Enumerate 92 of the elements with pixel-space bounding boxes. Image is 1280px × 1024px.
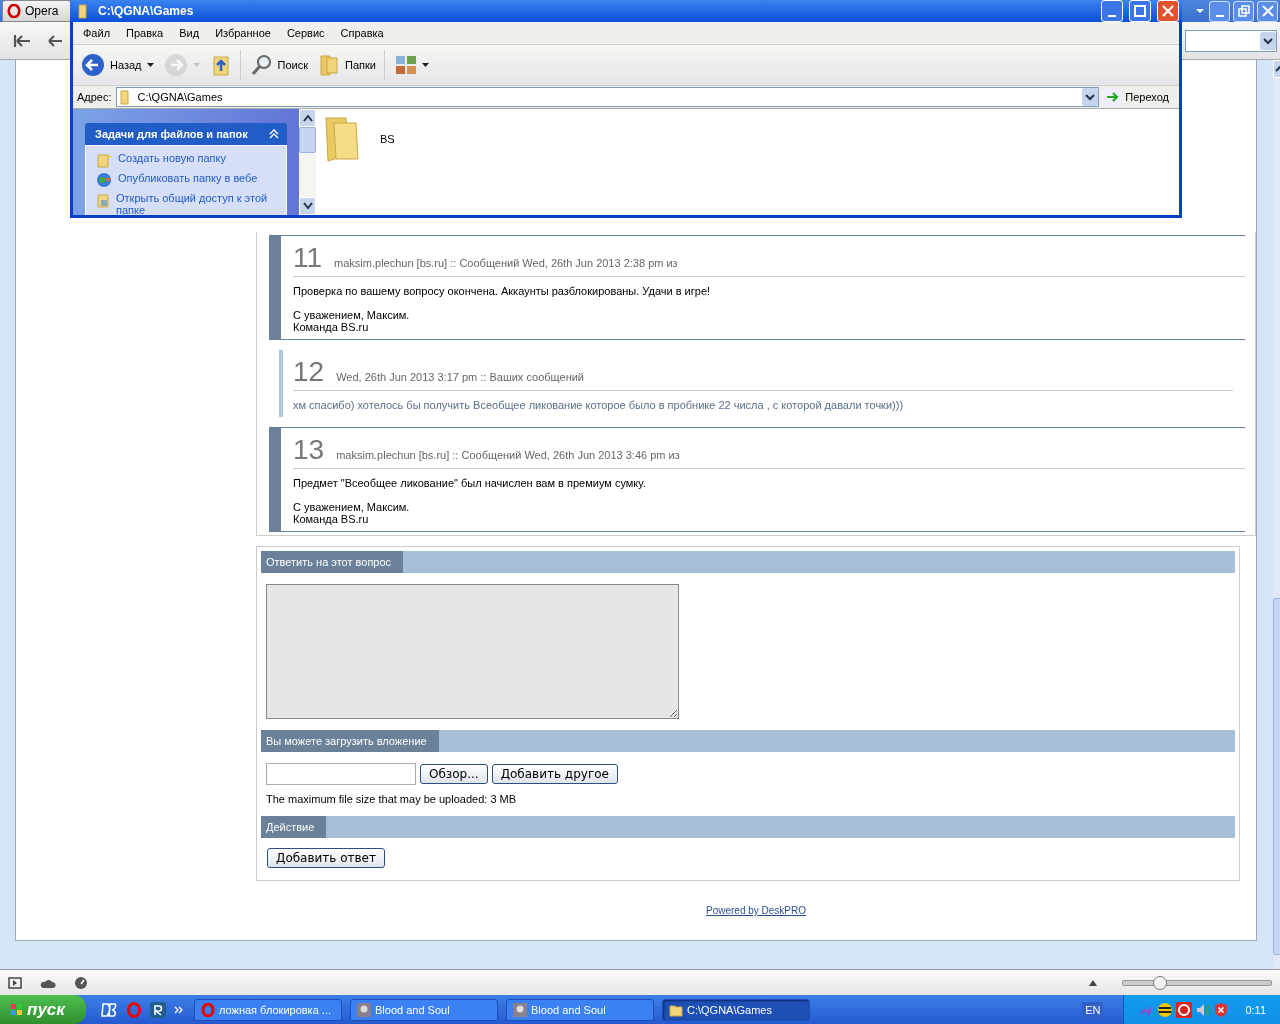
search-icon [250,54,273,76]
views-icon [394,55,417,75]
section-title: Вы можете загрузить вложение [261,730,439,752]
section-title: Ответить на этот вопрос [261,551,404,573]
message-text: хм спасибо) хотелось бы получить Всеобщее ликование которое было в пробнике 22 числа , с которой давали точки))) [293,399,905,411]
tasks-panel-header[interactable]: Задачи для файлов и папок [85,123,287,145]
address-text: C:\QGNA\Games [137,91,223,103]
message-text: С уважением, Максим. [293,309,411,321]
language-indicator[interactable]: EN [1082,1001,1104,1018]
browser-tab[interactable]: Opera [2,0,72,22]
message-text: С уважением, Максим. [293,501,411,513]
message-text: Команда BS.ru [293,321,370,333]
more-chevron-icon[interactable] [174,1005,184,1014]
maximize-button[interactable] [1129,0,1151,22]
db-app-icon[interactable] [100,1001,118,1018]
tab-label: Opera [25,4,59,18]
up-triangle-icon[interactable] [1088,978,1098,987]
message-meta: Wed, 26th Jun 2013 3:17 pm :: Ваших сообщений [336,371,584,383]
clock: 0:11 [1245,1003,1266,1016]
file-input[interactable] [266,763,416,785]
close-icon [1261,5,1274,17]
globe-icon [96,172,112,188]
message-number: 13 [293,434,325,466]
panel-toggle-icon[interactable] [8,976,22,989]
menu-item[interactable]: Вид [179,27,200,39]
close-icon [1162,5,1174,17]
task-link[interactable]: Создать новую папку [96,152,276,168]
taskbar-button[interactable]: C:\QGNA\Games [662,998,810,1021]
dropdown-icon[interactable] [146,62,154,68]
r-app-icon[interactable] [150,1001,166,1018]
striped-ball-icon[interactable] [1157,1001,1174,1018]
new-folder-icon [96,152,112,168]
game-avatar-icon [357,1002,371,1017]
menu-item[interactable]: Справка [340,27,384,39]
browse-button[interactable]: Обзор... [420,764,488,784]
message-meta: maksim.plechun [bs.ru] :: Сообщений Wed, 26th Jun 2013 2:38 pm из [334,257,678,269]
back-arrow-icon[interactable] [46,32,64,49]
window-title: C:\QGNA\Games [98,4,194,18]
opera-logo-icon [7,4,21,18]
address-field[interactable] [1185,29,1277,52]
back-button[interactable]: Назад [81,50,154,80]
message-number: 12 [293,356,325,388]
folder-item[interactable]: BS [322,115,395,163]
go-arrow-icon [1103,88,1122,106]
rewind-icon[interactable] [12,32,32,49]
collapse-chevron-icon[interactable] [269,129,279,139]
search-button[interactable]: Поиск [250,50,308,80]
restore-button[interactable] [1233,0,1254,22]
dropdown-icon[interactable] [1260,31,1276,50]
go-button[interactable]: Переход [1103,88,1175,106]
task-link[interactable]: Открыть общий доступ к этой папке [96,192,276,215]
taskbar-button[interactable]: ложная блокировка ... [194,998,342,1021]
folders-icon [318,53,340,77]
dropdown-icon[interactable] [1082,88,1099,106]
windows-logo-icon [10,1002,24,1017]
folders-button[interactable]: Папки [318,50,385,80]
message-meta: maksim.plechun [bs.ru] :: Сообщений Wed, 26th Jun 2013 3:46 pm из [336,449,680,461]
minimize-icon [1108,14,1116,17]
minimize-button[interactable] [1209,0,1230,22]
panel-title: Задачи для файлов и папок [95,128,248,140]
address-field[interactable]: C:\QGNA\Games [115,87,1100,107]
scrollbar[interactable] [299,109,316,215]
menu-item[interactable]: Сервис [286,27,325,39]
target-icon[interactable] [1176,1001,1193,1018]
opera-logo-icon [201,1002,215,1017]
shared-folder-icon [96,192,110,208]
taskbar-button[interactable]: Blood and Soul [506,998,654,1021]
dropdown-icon[interactable] [421,62,429,68]
close-button[interactable] [1257,0,1278,22]
minimize-icon [1215,14,1224,17]
menu-item[interactable]: Файл [83,27,111,39]
menu-item[interactable]: Правка [126,27,164,39]
message-text: Проверка по вашему вопросу окончена. Аккаунты разблокированы. Удачи в игре! [293,285,712,297]
speedometer-icon[interactable] [74,975,88,990]
shield-icon[interactable] [1214,1001,1229,1018]
menu-item[interactable]: Избранное [215,27,271,39]
folder-icon [669,1002,683,1017]
powered-by-link[interactable]: Powered by DeskPRO [705,905,806,916]
message-text: Предмет "Всеобщее ликование" был начислен вам в премиум сумку. [293,477,647,489]
section-title: Действие [261,816,327,838]
file-size-note: The maximum file size that may be uploaded: 3 MB [265,793,518,807]
maximize-icon [1134,5,1146,17]
game-avatar-icon [513,1002,527,1017]
message-number: 11 [293,242,323,274]
taskbar-button[interactable]: Blood and Soul [350,998,498,1021]
address-label: Адрес: [77,91,112,103]
message-text: Команда BS.ru [293,513,370,525]
scroll-down-icon[interactable] [302,202,313,210]
restore-icon [1237,5,1250,17]
task-link[interactable]: Опубликовать папку в вебе [96,172,276,188]
add-another-button[interactable]: Добавить другое [491,764,618,784]
add-reply-button[interactable]: Добавить ответ [267,848,385,868]
